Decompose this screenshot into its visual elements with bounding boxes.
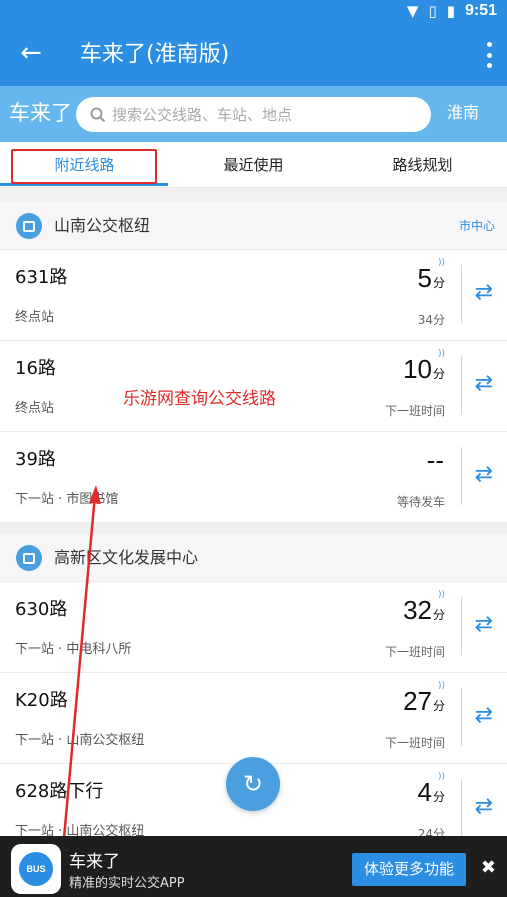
switch-direction-icon[interactable]: ⇄ (475, 703, 493, 729)
switch-direction-icon[interactable]: ⇄ (475, 280, 493, 306)
switch-direction-icon[interactable]: ⇄ (475, 462, 493, 488)
arrival-time: 4分 (417, 777, 445, 807)
divider (461, 356, 462, 414)
arrival-status: 下一班时间 (384, 645, 445, 659)
battery-icon: ▮ (446, 2, 455, 20)
brand-label: 车来了 (9, 101, 72, 125)
arrival-status: 34分 (417, 313, 445, 327)
route-next-stop: 下一站 · 中电科八所 (15, 642, 132, 657)
route-row[interactable]: 631路 终点站 )) 5分 34分 ⇄ (0, 250, 507, 341)
stop-area-tag: 市中心 (458, 219, 495, 233)
arrival-time: 10分 (403, 354, 445, 384)
tab-recent[interactable]: 最近使用 (169, 142, 338, 188)
wifi-icon: ▼ (406, 2, 419, 20)
annotation-highlight-box (11, 149, 157, 184)
search-icon (90, 107, 106, 122)
search-box[interactable] (76, 97, 431, 132)
route-name: 16路 (15, 358, 56, 379)
arrival-status: 下一班时间 (384, 404, 445, 418)
stop-header[interactable]: 高新区文化发展中心 (0, 534, 507, 582)
route-name: 630路 (15, 599, 68, 620)
route-name: 628路下行 (15, 781, 104, 802)
annotation-text: 乐游网查询公交线路 (123, 389, 276, 409)
route-row[interactable]: 39路 下一站 · 市图书馆 -- 等待发车 ⇄ (0, 432, 507, 523)
switch-direction-icon[interactable]: ⇄ (475, 794, 493, 820)
tab-route-planning[interactable]: 路线规划 (338, 142, 507, 188)
arrival-time: 32分 (403, 595, 445, 625)
switch-direction-icon[interactable]: ⇄ (475, 612, 493, 638)
app-logo: BUS (11, 844, 61, 894)
stop-header[interactable]: 山南公交枢纽 市中心 (0, 202, 507, 250)
refresh-icon: ↻ (242, 770, 264, 798)
route-next-stop: 下一站 · 市图书馆 (15, 492, 119, 507)
divider (461, 265, 462, 323)
app-bar: ← 车来了(淮南版) (0, 24, 507, 86)
banner-title: 车来了 (69, 852, 120, 872)
route-next-stop: 终点站 (15, 310, 55, 325)
banner-subtitle: 精准的实时公交APP (69, 876, 185, 891)
bus-stop-icon (16, 213, 42, 239)
refresh-button[interactable]: ↻ (226, 757, 280, 811)
status-bar: ▼ ▯ ▮ 9:51 (0, 0, 507, 24)
route-name: 39路 (15, 449, 56, 470)
stop-name: 山南公交枢纽 (54, 216, 151, 235)
divider (461, 447, 462, 505)
search-input[interactable] (112, 105, 412, 124)
arrival-status: 等待发车 (396, 495, 445, 509)
no-sim-icon: ▯ (428, 2, 437, 20)
stop-name: 高新区文化发展中心 (54, 548, 199, 567)
more-options-icon[interactable] (485, 42, 493, 68)
page-title: 车来了(淮南版) (80, 42, 230, 67)
route-row[interactable]: 630路 下一站 · 中电科八所 )) 32分 下一班时间 ⇄ (0, 582, 507, 673)
search-bar: 车来了 淮南 (0, 86, 507, 142)
arrival-status: 下一班时间 (384, 736, 445, 750)
divider (461, 688, 462, 746)
close-icon[interactable]: ✖ (481, 858, 496, 878)
app-promo-banner: BUS 车来了 精准的实时公交APP 体验更多功能 ✖ (0, 836, 507, 897)
route-name: 631路 (15, 267, 68, 288)
switch-direction-icon[interactable]: ⇄ (475, 371, 493, 397)
arrival-time: 5分 (417, 263, 445, 293)
bus-stop-icon (16, 545, 42, 571)
arrival-time: -- (426, 445, 444, 475)
route-name: K20路 (15, 690, 68, 711)
try-more-features-button[interactable]: 体验更多功能 (352, 853, 466, 886)
stop-section: 山南公交枢纽 市中心 631路 终点站 )) 5分 34分 ⇄ 16路 终点站 … (0, 202, 507, 523)
city-selector[interactable]: 淮南 (447, 101, 479, 125)
divider (461, 779, 462, 837)
back-arrow-icon[interactable]: ← (16, 38, 46, 68)
route-row[interactable]: K20路 下一站 · 山南公交枢纽 )) 27分 下一班时间 ⇄ (0, 673, 507, 764)
clock: 9:51 (464, 2, 497, 19)
route-next-stop: 终点站 (15, 401, 55, 416)
divider (461, 597, 462, 655)
route-next-stop: 下一站 · 山南公交枢纽 (15, 733, 145, 748)
arrival-time: 27分 (403, 686, 445, 716)
